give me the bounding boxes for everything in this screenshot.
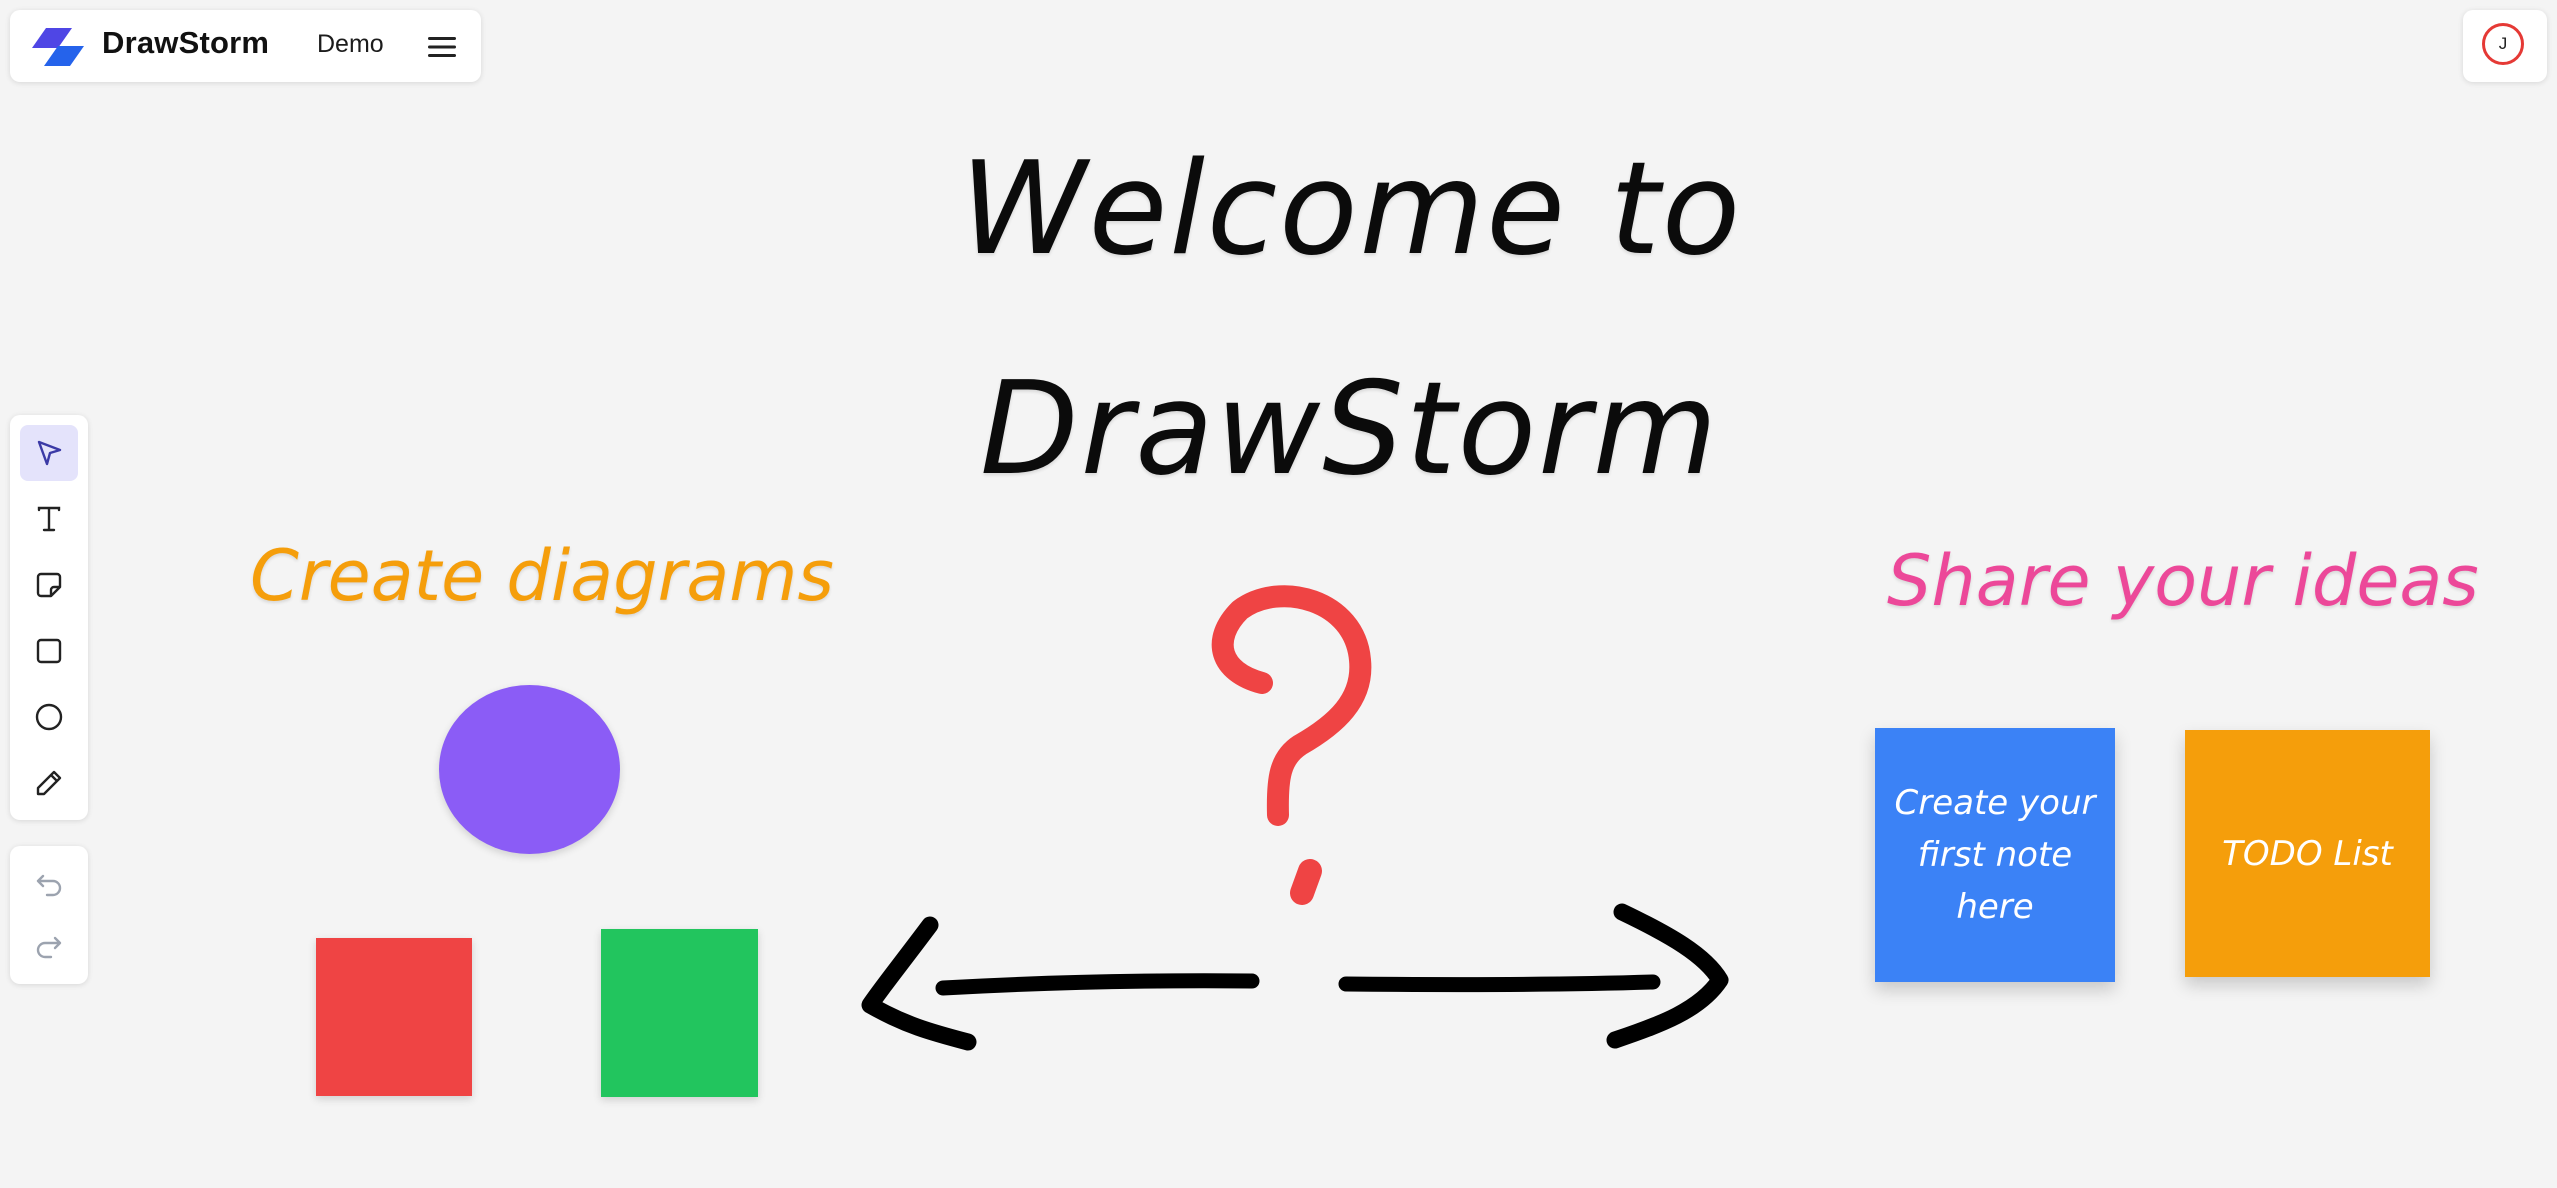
pencil-tool-button[interactable]	[20, 755, 78, 811]
square-icon	[36, 638, 62, 664]
welcome-title-line1[interactable]: Welcome to	[960, 135, 1742, 284]
circle-icon	[35, 703, 63, 731]
sticky-note-icon	[36, 572, 62, 598]
share-ideas-label[interactable]: Share your ideas	[1887, 540, 2479, 622]
text-icon	[37, 506, 61, 532]
redo-icon	[36, 936, 62, 959]
right-arrow-drawing[interactable]	[1338, 903, 1729, 1049]
sticky-note-todo[interactable]: TODO List	[2185, 730, 2430, 977]
green-square-shape[interactable]	[601, 929, 758, 1097]
drawstorm-logo-icon	[32, 28, 84, 66]
text-tool-button[interactable]	[20, 491, 78, 547]
create-diagrams-label[interactable]: Create diagrams	[250, 535, 834, 617]
user-panel: J	[2463, 10, 2547, 82]
menu-icon[interactable]	[425, 32, 459, 62]
undo-icon	[36, 874, 62, 897]
board-header: DrawStorm Demo	[10, 10, 481, 82]
tools-toolbar	[10, 415, 88, 820]
left-arrow-drawing[interactable]	[861, 916, 1260, 1051]
redo-button[interactable]	[20, 918, 78, 974]
sticky-note-create[interactable]: Create your first note here	[1875, 728, 2115, 982]
pointer-icon	[37, 440, 62, 466]
red-square-shape[interactable]	[316, 938, 472, 1096]
note-text-line2: first note here	[1917, 835, 2073, 927]
user-avatar[interactable]: J	[2482, 23, 2524, 65]
ellipse-tool-button[interactable]	[20, 689, 78, 745]
sticky-note-tool-button[interactable]	[20, 557, 78, 613]
pencil-icon	[36, 770, 62, 796]
app-name: DrawStorm	[102, 25, 270, 60]
purple-circle-shape[interactable]	[439, 685, 620, 854]
question-mark-drawing[interactable]	[1211, 585, 1372, 905]
undo-button[interactable]	[20, 856, 78, 912]
history-toolbar	[10, 846, 88, 984]
note-text-line1: Create your	[1894, 783, 2096, 823]
note-text: TODO List	[2222, 833, 2393, 874]
board-name[interactable]: Demo	[317, 30, 384, 59]
rectangle-tool-button[interactable]	[20, 623, 78, 679]
select-tool-button[interactable]	[20, 425, 78, 481]
welcome-title-line2[interactable]: DrawStorm	[980, 355, 1719, 504]
